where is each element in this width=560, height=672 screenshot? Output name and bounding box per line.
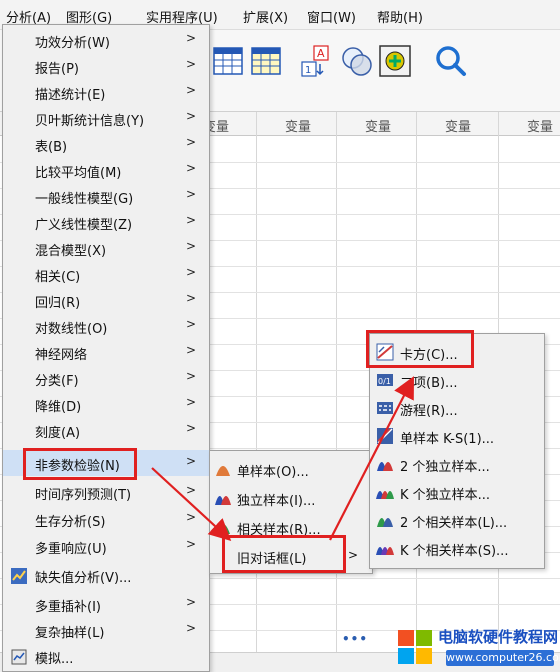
watermark: 电脑软硬件教程网 www.computer26.com [392, 622, 560, 672]
windows-logo-icon [396, 628, 434, 666]
watermark-url: www.computer26.com [446, 650, 560, 666]
callout-arrow [329, 376, 415, 541]
callout-arrow [151, 467, 232, 541]
watermark-title: 电脑软硬件教程网 [438, 628, 559, 646]
callout-arrows [151, 376, 415, 541]
